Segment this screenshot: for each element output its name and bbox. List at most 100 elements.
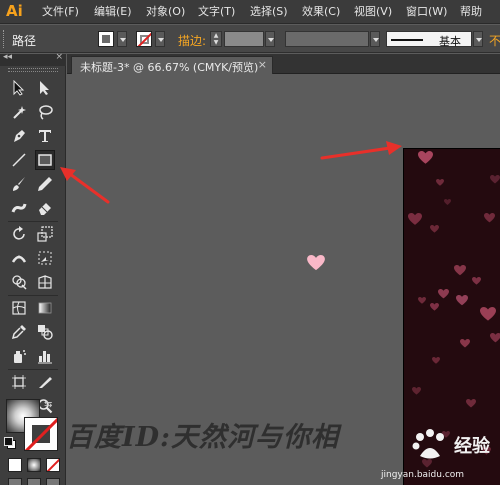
selection-arrow-icon [13,80,25,96]
artboard-tool[interactable] [9,372,29,392]
scale-icon [37,226,53,242]
stroke-dropdown-arrow[interactable] [155,31,165,47]
slice-tool[interactable] [35,372,55,392]
close-document-icon[interactable]: × [258,58,267,71]
opacity-label[interactable]: 不 [489,32,500,49]
brush-definition-label: 基本 [439,35,461,48]
brush-definition-select[interactable]: 基本 [386,31,472,48]
pen-nib-icon [14,130,25,142]
free-transform-tool[interactable] [35,248,55,268]
gradient-tool[interactable] [35,298,55,318]
toolbox-divider [8,295,58,296]
fill-dropdown-arrow[interactable] [117,31,127,47]
menu-edit[interactable]: 编辑(E) [94,4,132,20]
default-fill-stroke-icon[interactable] [4,437,16,449]
stroke-color-swatch[interactable] [136,31,152,47]
mesh-tool[interactable] [9,298,29,318]
eraser-icon [39,203,51,215]
paintbrush-tool[interactable] [9,174,29,194]
lasso-icon [39,105,53,120]
toolbox-divider [8,221,58,222]
menu-file[interactable]: 文件(F) [42,4,79,20]
document-tab-title: 未标题-3* @ 66.67% (CMYK/预览) [80,61,259,74]
shape-builder-icon [12,275,27,290]
tools-panel-grip[interactable] [8,68,58,72]
direct-selection-tool[interactable] [35,78,55,98]
pencil-tool[interactable] [35,174,55,194]
draw-normal-button[interactable] [8,478,22,485]
selection-type-label: 路径 [12,34,37,48]
stroke-weight-spinner[interactable]: ▲ ▼ [210,31,222,47]
selection-tool[interactable] [9,78,29,98]
width-tool[interactable] [9,248,29,268]
swap-fill-stroke-icon[interactable]: ⇆ [44,399,52,410]
brush-dropdown-arrow[interactable] [473,31,483,47]
scale-tool[interactable] [35,224,55,244]
gradient-icon [38,302,52,314]
direct-selection-arrow-icon [40,81,49,95]
menu-object[interactable]: 对象(O) [146,4,185,20]
draw-inside-button[interactable] [46,478,60,485]
free-transform-icon [38,251,52,265]
document-tab-bar: 未标题-3* @ 66.67% (CMYK/预览) × [67,54,500,74]
shape-builder-tool[interactable] [9,272,29,292]
type-tool[interactable] [35,126,55,146]
none-mode-button[interactable] [46,458,60,472]
profile-dropdown-arrow[interactable] [370,31,380,47]
perspective-grid-icon [38,275,52,289]
blend-icon [38,325,53,340]
stroke-color-box[interactable] [24,417,58,451]
tools-panel: ◂◂ × ⇆ [0,52,66,485]
canvas-area[interactable] [67,75,500,485]
color-mode-button[interactable] [8,458,22,472]
slice-knife-icon [39,377,52,388]
rectangle-tool[interactable] [35,150,55,170]
gradient-mode-button[interactable] [27,458,41,472]
blob-brush-icon [11,203,27,213]
blob-brush-tool[interactable] [9,198,29,218]
column-graph-tool[interactable] [35,346,55,366]
eyedropper-tool[interactable] [9,322,29,342]
stroke-label[interactable]: 描边: [178,32,206,49]
stroke-weight-dropdown[interactable] [265,31,275,47]
magic-wand-tool[interactable] [9,102,29,122]
eraser-tool[interactable] [35,198,55,218]
control-bar-grip[interactable] [3,30,6,48]
toolbox-divider [8,369,58,370]
line-segment-tool[interactable] [9,150,29,170]
collapse-panel-icon[interactable]: ◂◂ [3,52,12,62]
line-segment-icon [12,153,26,167]
tools-panel-header: ◂◂ × [0,52,66,66]
fill-color-swatch[interactable] [98,31,114,47]
stroke-weight-field[interactable] [224,31,264,47]
rotate-tool[interactable] [9,224,29,244]
symbol-sprayer-tool[interactable] [9,346,29,366]
blend-tool[interactable] [35,322,55,342]
variable-width-profile[interactable] [285,31,369,47]
perspective-grid-tool[interactable] [35,272,55,292]
document-tab[interactable]: 未标题-3* @ 66.67% (CMYK/预览) × [71,56,273,74]
menu-select[interactable]: 选择(S) [250,4,288,20]
app-logo: Ai [6,2,23,20]
draw-behind-button[interactable] [27,478,41,485]
column-graph-icon [38,351,52,364]
menu-effect[interactable]: 效果(C) [302,4,340,20]
menu-window[interactable]: 窗口(W) [406,4,447,20]
fill-stroke-widget: ⇆ [4,399,62,455]
width-icon [11,255,27,263]
menu-view[interactable]: 视图(V) [354,4,392,20]
lasso-tool[interactable] [35,102,55,122]
menu-bar: Ai 文件(F) 编辑(E) 对象(O) 文字(T) 选择(S) 效果(C) 视… [0,0,500,24]
menu-help[interactable]: 帮助 [460,4,482,20]
artboard-icon [12,375,26,389]
menu-type[interactable]: 文字(T) [198,4,235,20]
pen-tool[interactable] [9,126,29,146]
rotate-icon [13,226,25,240]
selected-heart-shape[interactable] [307,255,325,271]
control-bar: 路径 描边: ▲ ▼ 基本 不 [0,25,500,53]
symbol-sprayer-icon [14,350,26,363]
type-t-icon [39,130,51,142]
artboard[interactable] [403,148,500,485]
mesh-icon [12,301,26,315]
close-panel-icon[interactable]: × [55,52,63,62]
